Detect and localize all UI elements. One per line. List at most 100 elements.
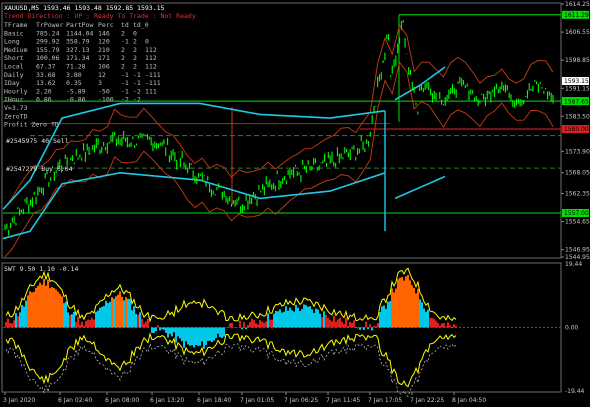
oscillator-tick-label: -19.44 — [565, 388, 585, 395]
time-tick-label: 7 Jan 17:05 — [368, 397, 402, 404]
price-tick-label: 1544.95 — [565, 254, 590, 261]
table-cell: 67.37 — [36, 63, 56, 71]
table-cell: -1 — [133, 79, 141, 87]
time-tick-label: 6 Jan 02:40 — [58, 397, 92, 404]
table-cell: 2 — [121, 54, 125, 62]
time-tick-label: 8 Jan 04:50 — [452, 397, 486, 404]
price-tick-label: 1583.50 — [565, 113, 590, 120]
time-tick-label: 6 Jan 13:20 — [150, 397, 184, 404]
table-cell: -2 — [133, 87, 141, 95]
table-cell: -1 — [121, 79, 129, 87]
table-header-cell: TrPower — [36, 21, 63, 29]
price-label-text: 1587.65 — [564, 98, 589, 105]
price-label-text: 1593.15 — [564, 78, 589, 85]
price-tick-label: 1562.35 — [565, 190, 590, 197]
table-cell: 112 — [145, 46, 157, 54]
table-cell: 2.20 — [36, 87, 52, 95]
price-label-text: 1557.00 — [564, 210, 589, 217]
price-tick-label: 1546.95 — [565, 247, 590, 254]
table-cell: 71.28 — [66, 63, 86, 71]
chart-root: 1614.25 1606.55 1598.85 1591.15 1583.50 1573.… — [0, 0, 590, 407]
table-cell: IDay — [4, 79, 20, 87]
time-tick-label: 7 Jan 01:05 — [240, 397, 274, 404]
table-cell: 171.34 — [66, 54, 90, 62]
table-cell: IHour — [4, 96, 24, 104]
table-cell: -1 — [133, 71, 141, 79]
table-cell: 2 — [121, 63, 125, 71]
table-cell: Basic — [4, 29, 24, 37]
price-tick-label: 1598.85 — [565, 57, 590, 64]
time-tick-label: 6 Jan 08:00 — [105, 397, 139, 404]
trend-status: Trend Direction : UP ; Ready To Trade : … — [4, 12, 196, 20]
price-tick-label: 1554.65 — [565, 219, 590, 226]
table-extra-line: V=3.73 — [4, 104, 28, 112]
table-cell: -1 — [121, 38, 129, 46]
trade-note-sell: #2545975 40 Sell — [6, 137, 69, 145]
price-tick-label: 1568.05 — [565, 170, 590, 177]
table-extra-line: Profit Zero TD — [4, 121, 59, 129]
table-cell: -100 — [98, 96, 114, 104]
table-cell: Local — [4, 63, 24, 71]
table-cell: -111 — [145, 79, 161, 87]
oscillator-title: SWT 9.50 1.10 -0.14 — [4, 265, 78, 273]
table-cell: 2 — [133, 63, 137, 71]
table-cell: Long — [4, 38, 20, 46]
price-tick-label: 1591.15 — [565, 85, 590, 92]
table-cell: 2 — [133, 38, 137, 46]
table-cell: -50 — [98, 87, 110, 95]
table-header-cell: PartPow — [66, 21, 93, 29]
table-cell: Hourly — [4, 87, 28, 95]
trade-note-buy: #2547279 Buy 0.04 — [6, 165, 73, 173]
table-cell: Daily — [4, 71, 24, 79]
chart-svg: 1614.25 1606.55 1598.85 1591.15 1583.50 1573.… — [0, 0, 590, 407]
table-cell: -5.89 — [66, 87, 86, 95]
table-cell: -1 — [121, 71, 129, 79]
table-header-cell: TFrame — [4, 21, 28, 29]
chart-title: XAUUSD,M5 1593.46 1593.48 1592.85 1593.1… — [4, 4, 165, 12]
table-cell: Medium — [4, 46, 28, 54]
price-label-text: 1580.00 — [564, 126, 589, 133]
table-cell: 0 — [133, 29, 137, 37]
table-cell: 0.35 — [66, 79, 82, 87]
table-cell: -2 — [133, 96, 141, 104]
table-extra-line: ZeroTD — [4, 112, 28, 120]
table-cell: 111 — [145, 87, 157, 95]
table-cell: 106 — [98, 63, 110, 71]
table-cell: 2 — [121, 46, 125, 54]
time-tick-label: 3 Jan 2020 — [3, 397, 35, 404]
table-header-cell: td_0 — [133, 21, 149, 29]
table-cell: 3.80 — [66, 71, 82, 79]
table-cell: 155.79 — [36, 46, 60, 54]
table-cell: 327.13 — [66, 46, 90, 54]
table-cell: Short — [4, 54, 24, 62]
time-tick-label: 7 Jan 06:25 — [284, 397, 318, 404]
table-cell: 785.24 — [36, 29, 60, 37]
time-tick-label: 6 Jan 18:40 — [197, 397, 231, 404]
price-label-text: 1611.29 — [564, 12, 589, 19]
price-tick-label: 1573.90 — [565, 148, 590, 155]
table-cell: 2 — [121, 29, 125, 37]
table-cell: 0.86 — [36, 96, 52, 104]
table-cell: 13.62 — [36, 79, 56, 87]
oscillator-tick-label: 0.00 — [565, 325, 579, 332]
table-cell: 112 — [145, 63, 157, 71]
table-header-cell: Perc — [98, 21, 114, 29]
table-cell: 120 — [98, 38, 110, 46]
table-cell: 146 — [98, 29, 110, 37]
table-cell: 112 — [145, 54, 157, 62]
table-cell: 3 — [98, 79, 102, 87]
table-cell: 1144.04 — [66, 29, 93, 37]
table-cell: 210 — [98, 46, 110, 54]
table-cell: 2 — [133, 54, 137, 62]
table-cell: -2 — [121, 96, 129, 104]
table-cell: 0 — [145, 38, 149, 46]
table-header-cell: td — [121, 21, 129, 29]
table-cell: 2 — [133, 46, 137, 54]
table-cell: 12 — [98, 71, 106, 79]
table-cell: 33.68 — [36, 71, 56, 79]
table-cell: 100.06 — [36, 54, 60, 62]
table-cell: -1 — [121, 87, 129, 95]
price-tick-label: 1606.55 — [565, 29, 590, 36]
oscillator-tick-label: 19.44 — [565, 261, 582, 268]
table-cell: -0.86 — [66, 96, 86, 104]
